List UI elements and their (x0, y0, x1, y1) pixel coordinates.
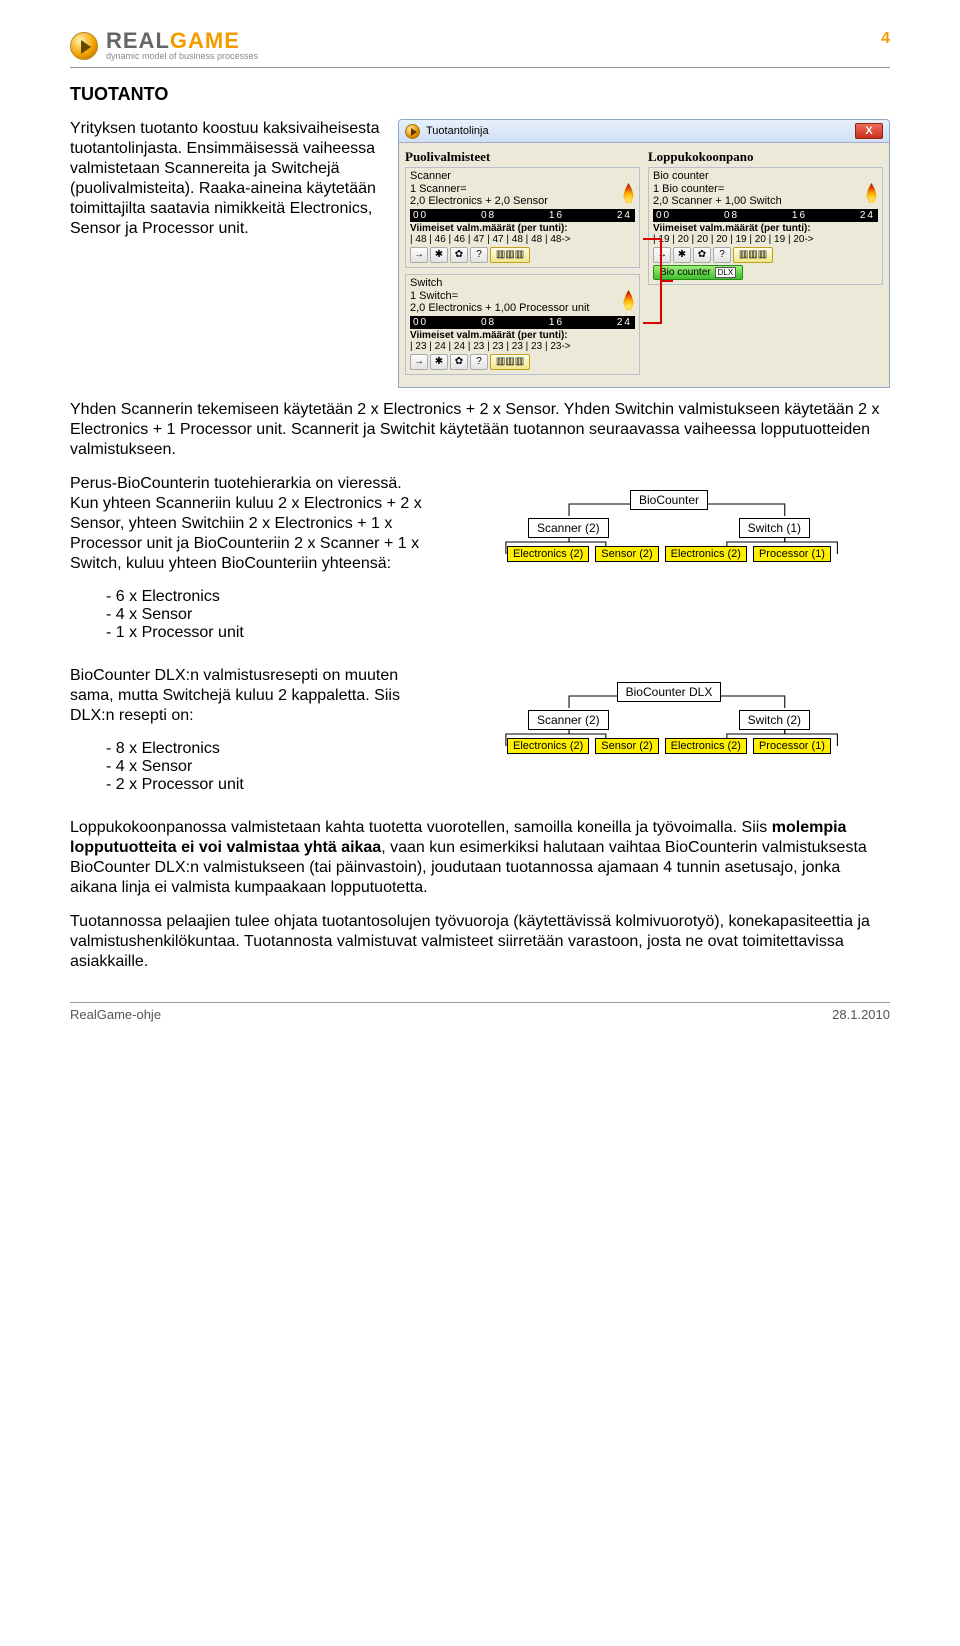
hnode-leaf: Electronics (2) (665, 546, 747, 562)
scanner-line1: 1 Scanner= (410, 183, 548, 195)
scanner-timebar: 00081624 (410, 209, 635, 222)
brand-game: GAME (170, 28, 240, 53)
bio-counts: | 19 | 20 | 20 | 20 | 19 | 20 | 19 | 20-… (653, 234, 878, 245)
flame-icon (622, 183, 635, 203)
help-button[interactable]: ? (470, 247, 488, 263)
switch-counts: | 23 | 24 | 24 | 23 | 23 | 23 | 23 | 23-… (410, 341, 635, 352)
paragraph-2: Yhden Scannerin tekemiseen käytetään 2 x… (70, 400, 890, 460)
scanner-group: Scanner 1 Scanner= 2,0 Electronics + 2,0… (405, 167, 640, 268)
hnode-leaf: Electronics (2) (507, 546, 589, 562)
bio-timebar: 00081624 (653, 209, 878, 222)
block4-list: 8 x Electronics 4 x Sensor 2 x Processor… (70, 740, 430, 794)
hierarchy-dlx: BioCounter DLX Scanner (2) Switch (2) El… (448, 666, 890, 772)
hnode-mid: Scanner (2) (528, 518, 609, 538)
switch-timebar: 00081624 (410, 316, 635, 329)
block3-list: 6 x Electronics 4 x Sensor 1 x Processor… (70, 588, 430, 642)
switch-toolbar: → ✱ ✿ ? ▥▥▥ (410, 354, 635, 370)
list-item: 8 x Electronics (106, 740, 430, 758)
help-button[interactable]: ? (470, 354, 488, 370)
play-icon (70, 32, 98, 60)
hierarchy-basic: BioCounter Scanner (2) Switch (1) Electr… (448, 474, 890, 580)
page-header: REALGAME dynamic model of business proce… (70, 30, 890, 68)
settings-button[interactable]: ✱ (430, 247, 448, 263)
brand-logo: REALGAME dynamic model of business proce… (70, 30, 258, 61)
scanner-tt: Viimeiset valm.määrät (per tunti): (410, 223, 635, 234)
hnode-mid: Switch (1) (739, 518, 810, 538)
scanner-line2: 2,0 Electronics + 2,0 Sensor (410, 195, 548, 207)
flame-icon (865, 183, 878, 203)
bio-group: Bio counter 1 Bio counter= 2,0 Scanner +… (648, 167, 883, 285)
hnode-leaf: Processor (1) (753, 738, 831, 754)
footer-left: RealGame-ohje (70, 1007, 161, 1022)
person-button[interactable]: ✿ (693, 247, 711, 263)
list-item: 4 x Sensor (106, 758, 430, 776)
hnode-leaf: Sensor (2) (595, 738, 658, 754)
list-item: 2 x Processor unit (106, 776, 430, 794)
page-title: TUOTANTO (70, 84, 890, 105)
biocounter-dlx-button[interactable]: Bio counter DLX (653, 265, 743, 280)
hnode-mid: Scanner (2) (528, 710, 609, 730)
settings-button[interactable]: ✱ (430, 354, 448, 370)
hnode-leaf: Electronics (2) (665, 738, 747, 754)
settings-button[interactable]: ✱ (673, 247, 691, 263)
intro-paragraph: Yrityksen tuotanto koostuu kaksivaiheise… (70, 119, 380, 239)
meter-button[interactable]: ▥▥▥ (490, 247, 530, 263)
hnode-leaf: Sensor (2) (595, 546, 658, 562)
help-button[interactable]: ? (713, 247, 731, 263)
scanner-title: Scanner (410, 170, 635, 182)
col-title-right: Loppukokoonpano (648, 149, 883, 165)
tuotantolinja-window: Tuotantolinja X Puolivalmisteet Scan (398, 119, 890, 388)
switch-line1: 1 Switch= (410, 290, 589, 302)
meter-button[interactable]: ▥▥▥ (733, 247, 773, 263)
person-button[interactable]: ✿ (450, 247, 468, 263)
scanner-counts: | 48 | 46 | 46 | 47 | 47 | 48 | 48 | 48-… (410, 234, 635, 245)
hnode-root: BioCounter DLX (617, 682, 722, 702)
arrow-button[interactable]: → (410, 354, 428, 370)
flame-icon (622, 290, 635, 310)
switch-title: Switch (410, 277, 635, 289)
block4-text: BioCounter DLX:n valmistusresepti on muu… (70, 666, 430, 726)
hnode-root: BioCounter (630, 490, 708, 510)
bio-line1: 1 Bio counter= (653, 183, 782, 195)
list-item: 6 x Electronics (106, 588, 430, 606)
bio-title: Bio counter (653, 170, 878, 182)
paragraph-6: Tuotannossa pelaajien tulee ohjata tuota… (70, 912, 890, 972)
block3-text: Perus-BioCounterin tuotehierarkia on vie… (70, 474, 430, 574)
list-item: 4 x Sensor (106, 606, 430, 624)
list-item: 1 x Processor unit (106, 624, 430, 642)
col-title-left: Puolivalmisteet (405, 149, 640, 165)
page-footer: RealGame-ohje 28.1.2010 (70, 1002, 890, 1022)
switch-line2: 2,0 Electronics + 1,00 Processor unit (410, 302, 589, 314)
close-button[interactable]: X (855, 123, 883, 139)
hnode-mid: Switch (2) (739, 710, 810, 730)
switch-group: Switch 1 Switch= 2,0 Electronics + 1,00 … (405, 274, 640, 375)
play-icon (405, 124, 420, 139)
bio-toolbar: → ✱ ✿ ? ▥▥▥ (653, 247, 878, 263)
bio-line2: 2,0 Scanner + 1,00 Switch (653, 195, 782, 207)
arrow-button[interactable]: → (653, 247, 671, 263)
footer-right: 28.1.2010 (832, 1007, 890, 1022)
brand-real: REAL (106, 28, 170, 53)
hnode-leaf: Processor (1) (753, 546, 831, 562)
paragraph-5: Loppukokoonpanossa valmistetaan kahta tu… (70, 818, 890, 898)
page-number: 4 (881, 30, 890, 48)
scanner-toolbar: → ✱ ✿ ? ▥▥▥ (410, 247, 635, 263)
brand-subtitle: dynamic model of business processes (106, 52, 258, 61)
switch-tt: Viimeiset valm.määrät (per tunti): (410, 330, 635, 341)
bio-tt: Viimeiset valm.määrät (per tunti): (653, 223, 878, 234)
meter-button[interactable]: ▥▥▥ (490, 354, 530, 370)
window-title: Tuotantolinja (426, 125, 489, 137)
hnode-leaf: Electronics (2) (507, 738, 589, 754)
person-button[interactable]: ✿ (450, 354, 468, 370)
arrow-button[interactable]: → (410, 247, 428, 263)
